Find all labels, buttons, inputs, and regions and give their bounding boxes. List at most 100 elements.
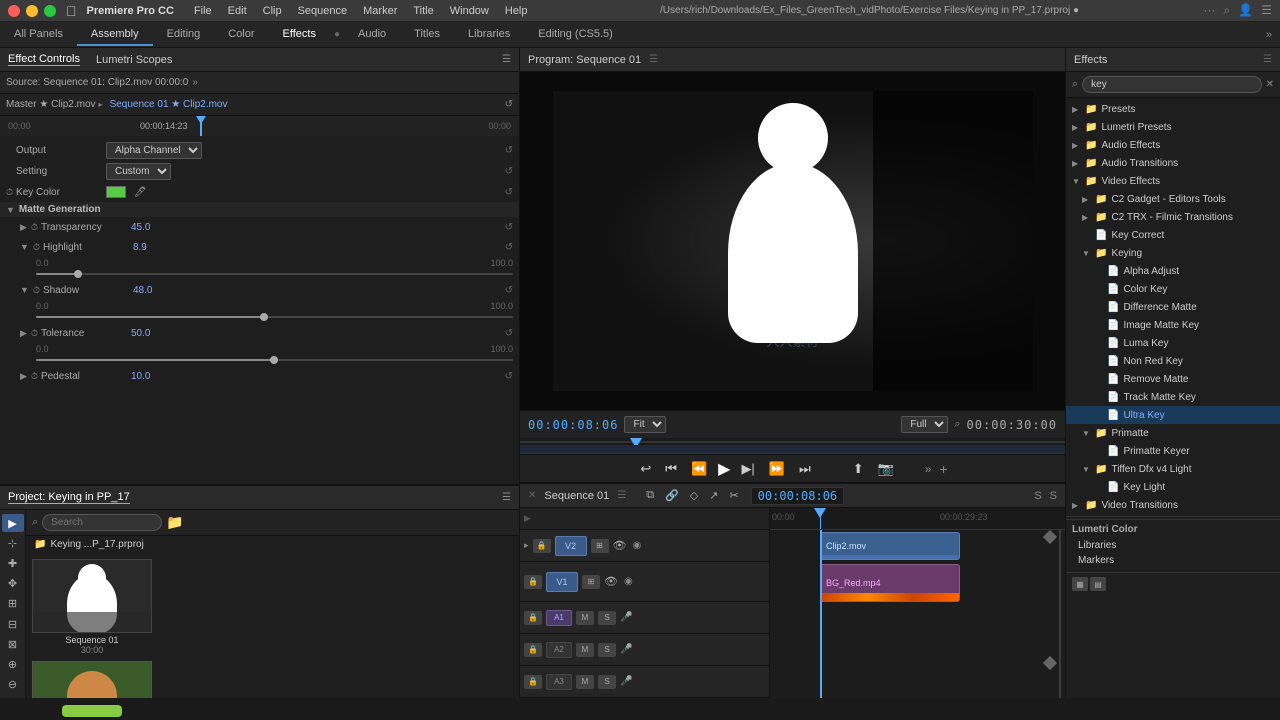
tl-menu-icon[interactable]: ☰ [617,490,626,501]
a1-lock-btn[interactable]: 🔒 [524,611,542,625]
tolerance-value[interactable]: 50.0 [131,328,150,339]
tree-video-effects[interactable]: ▼ 📁 Video Effects [1066,172,1280,190]
tree-non-red[interactable]: 📄 Non Red Key [1066,352,1280,370]
range-in[interactable] [1043,656,1057,670]
transparency-triangle[interactable]: ▶ [20,222,27,233]
seq-clip-name[interactable]: Sequence 01 ★ Clip2.mov [110,99,228,110]
tl-ss-right[interactable]: S [1050,490,1057,502]
a3-lock-btn[interactable]: 🔒 [524,675,542,689]
tool-ripple[interactable]: ⊞ [2,595,24,613]
tool-add[interactable]: ✚ [2,554,24,572]
user-icon[interactable]: 👤 [1238,3,1253,18]
expand-source-btn[interactable]: » [192,77,198,88]
shadow-triangle[interactable]: ▼ [20,285,29,295]
menu-sequence[interactable]: Sequence [290,3,356,19]
key-color-stopwatch[interactable]: ⏱ [6,187,13,198]
v1-lock-btn[interactable]: 🔒 [524,575,542,589]
transparency-value[interactable]: 45.0 [131,222,150,233]
clip-v1[interactable]: BG_Red.mp4 [820,564,960,602]
highlight-triangle[interactable]: ▼ [20,242,29,252]
tab-effect-controls[interactable]: Effect Controls [8,53,80,66]
tolerance-triangle[interactable]: ▶ [20,328,27,339]
tree-color-key[interactable]: 📄 Color Key [1066,280,1280,298]
menu-title[interactable]: Title [405,3,441,19]
key-color-swatch[interactable] [106,186,126,198]
camera-btn[interactable]: 📷 [875,459,897,479]
key-color-reset-btn[interactable]: ↺ [505,187,513,198]
effects-clear-btn[interactable]: ✕ [1266,79,1274,90]
markers-item[interactable]: Markers [1072,553,1274,568]
tree-audio-transitions[interactable]: ▶ 📁 Audio Transitions [1066,154,1280,172]
tree-tiffen[interactable]: ▼ 📁 Tiffen Dfx v4 Light [1066,460,1280,478]
tab-effects[interactable]: Effects [269,24,330,46]
fit-dropdown[interactable]: Fit [624,416,666,433]
tree-diff-matte[interactable]: 📄 Difference Matte [1066,298,1280,316]
tree-view-icon-1[interactable]: ▦ [1072,577,1088,591]
panel-menu-btn[interactable]: ☰ [502,54,511,65]
effects-search-input[interactable] [1082,76,1261,93]
minimize-button[interactable] [26,5,38,17]
a2-lock-btn[interactable]: 🔒 [524,643,542,657]
pedestal-triangle[interactable]: ▶ [20,371,27,382]
tl-snap-btn[interactable]: ⧉ [642,487,658,504]
tool-roll[interactable]: ⊟ [2,615,24,633]
highlight-value[interactable]: 8.9 [133,242,147,253]
tab-assembly[interactable]: Assembly [77,24,153,46]
a1-mute-btn[interactable]: S [598,611,616,625]
setting-dropdown[interactable]: Custom [106,163,171,180]
v1-solo-icon[interactable]: ◉ [624,576,633,587]
v2-solo-icon[interactable]: ◉ [633,540,642,551]
loop-btn[interactable]: ↩ [637,459,654,479]
shadow-reset-btn[interactable]: ↺ [505,285,513,296]
tool-zoom-out[interactable]: ⊕ [2,656,24,674]
workspace-overflow[interactable]: » [1258,25,1280,45]
fast-fwd-btn[interactable]: ⏩ [766,459,788,479]
tool-arrow[interactable]: ▶ [2,514,24,532]
shadow-stopwatch[interactable]: ⏱ [33,285,40,296]
tree-lumetri-presets[interactable]: ▶ 📁 Lumetri Presets [1066,118,1280,136]
tool-rate[interactable]: ⊠ [2,635,24,653]
tree-keying[interactable]: ▼ 📁 Keying [1066,244,1280,262]
libraries-item[interactable]: Libraries [1072,538,1274,553]
tolerance-reset-btn[interactable]: ↺ [505,328,513,339]
shadow-value[interactable]: 48.0 [133,285,152,296]
a2-label[interactable]: A2 [546,642,572,658]
add-btn[interactable]: + [939,461,947,477]
export-btn[interactable]: ⬆ [850,459,867,479]
menu-window[interactable]: Window [442,3,497,19]
tree-video-transitions[interactable]: ▶ 📁 Video Transitions [1066,496,1280,514]
tree-primatte-keyer[interactable]: 📄 Primatte Keyer [1066,442,1280,460]
tl-cursor-btn[interactable]: ↗ [705,487,722,504]
tree-primatte[interactable]: ▼ 📁 Primatte [1066,424,1280,442]
close-button[interactable] [8,5,20,17]
tree-audio-effects[interactable]: ▶ 📁 Audio Effects [1066,136,1280,154]
tab-libraries[interactable]: Libraries [454,24,524,46]
more-controls-btn[interactable]: » [925,462,932,476]
matte-gen-triangle[interactable]: ▼ [6,205,15,215]
tl-edit-btn[interactable]: ✂ [725,487,742,504]
highlight-slider[interactable] [36,269,513,279]
a3-label[interactable]: A3 [546,674,572,690]
new-folder-icon[interactable]: 📁 [166,514,183,531]
tab-titles[interactable]: Titles [400,24,454,46]
tab-audio[interactable]: Audio [344,24,400,46]
output-reset-btn[interactable]: ↺ [505,145,513,156]
a3-sync-btn[interactable]: M [576,675,594,689]
tree-remove-matte[interactable]: 📄 Remove Matte [1066,370,1280,388]
pedestal-reset-btn[interactable]: ↺ [505,371,513,382]
step-back-btn[interactable]: ⏮ [662,459,680,479]
slider-thumb-3[interactable] [270,356,278,364]
clip-v2[interactable]: Clip2.mov [820,532,960,560]
a1-sync-btn[interactable]: M [576,611,594,625]
a2-mute-btn[interactable]: S [598,643,616,657]
tolerance-stopwatch[interactable]: ⏱ [31,328,38,339]
program-scrubber[interactable] [520,438,1065,454]
tree-key-light[interactable]: 📄 Key Light [1066,478,1280,496]
project-menu-btn[interactable]: ☰ [502,492,511,503]
project-search-input[interactable] [42,514,162,531]
tree-track-matte[interactable]: 📄 Track Matte Key [1066,388,1280,406]
project-file-item[interactable]: 📁 Keying ...P_17.prproj [26,536,519,553]
range-out[interactable] [1043,530,1057,544]
tab-color[interactable]: Color [214,24,268,46]
tree-alpha-adjust[interactable]: 📄 Alpha Adjust [1066,262,1280,280]
